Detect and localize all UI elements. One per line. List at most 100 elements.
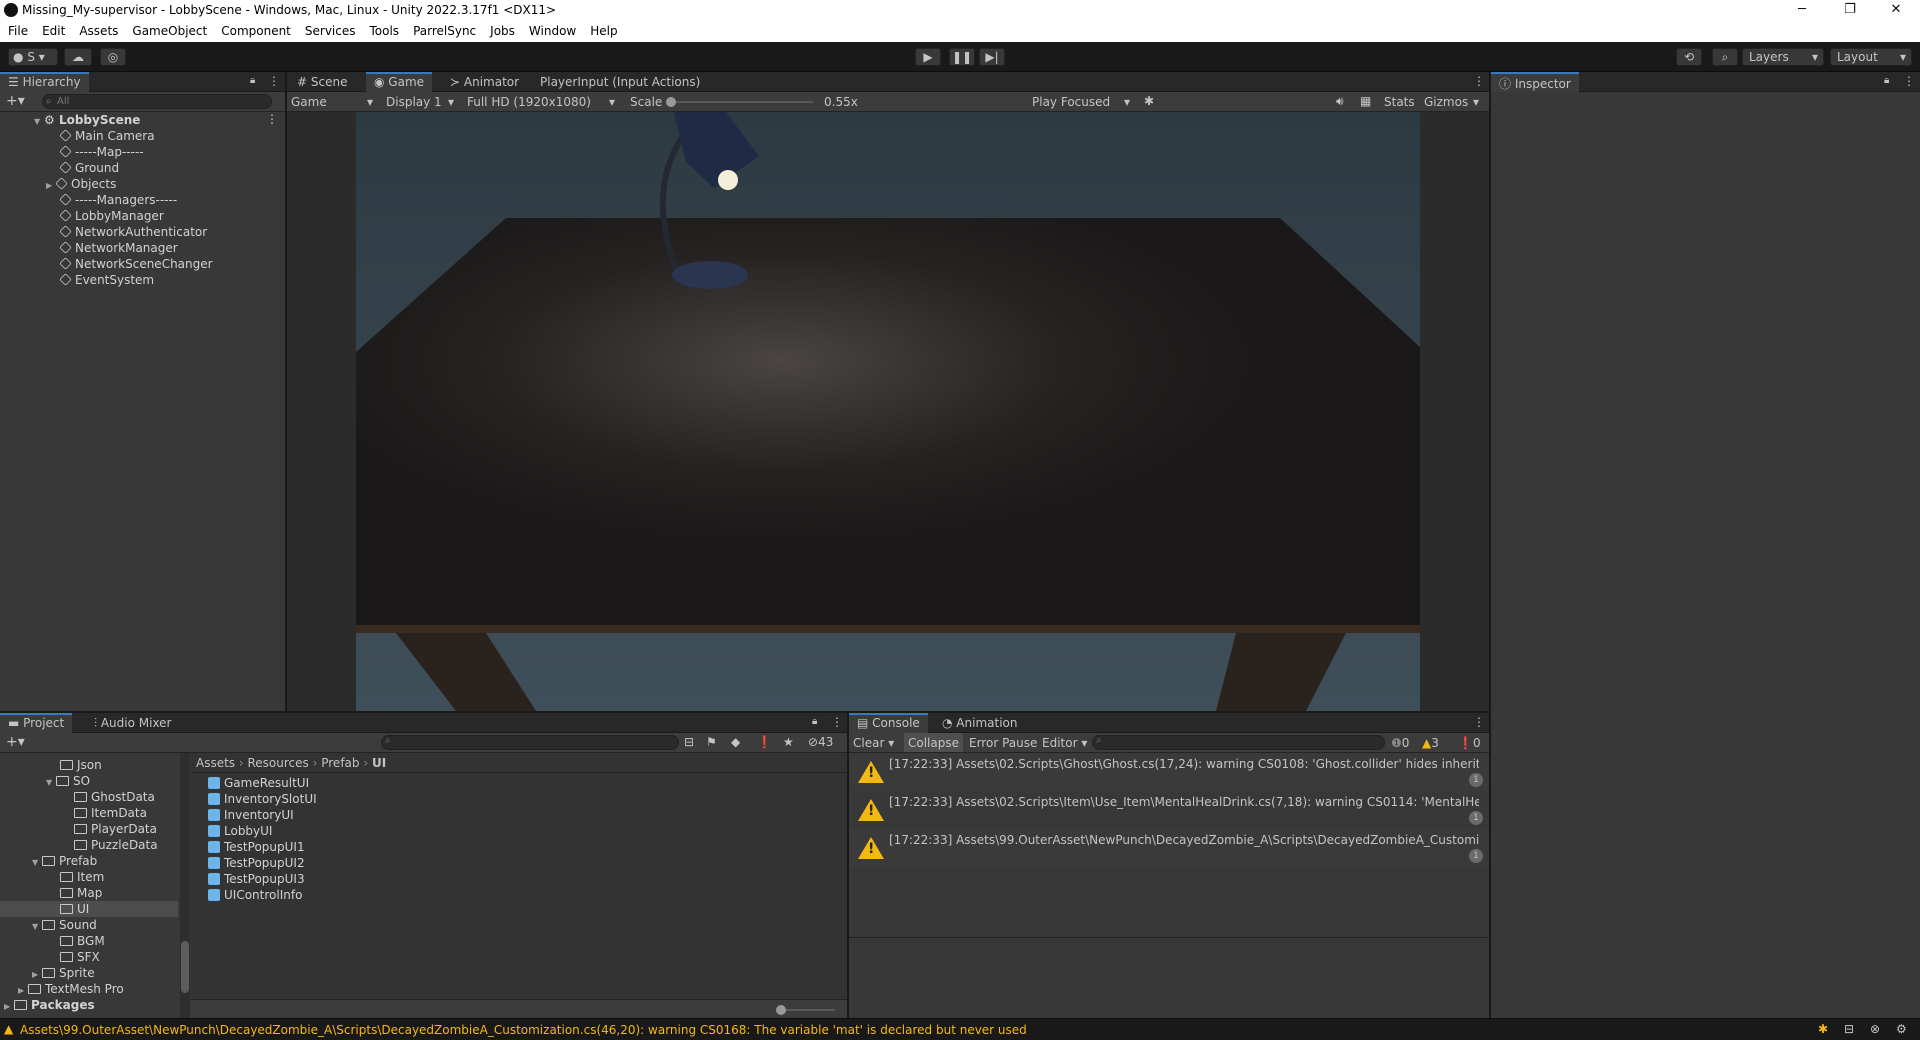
status-message[interactable]: Assets\99.OuterAsset\NewPunch\DecayedZom… bbox=[20, 1023, 1027, 1037]
speaker-icon[interactable]: 🔊︎ bbox=[1336, 94, 1344, 109]
breadcrumb-item[interactable]: UI bbox=[372, 756, 386, 770]
menu-component[interactable]: Component bbox=[213, 22, 297, 38]
expand-arrow-icon[interactable]: ▼ bbox=[32, 919, 42, 935]
tree-item[interactable]: SFX bbox=[60, 949, 100, 965]
lock-icon[interactable]: 🔒︎ bbox=[812, 716, 817, 727]
settings-icon[interactable]: ⚙ bbox=[1896, 1022, 1907, 1036]
progress-icon[interactable]: ⊟ bbox=[1844, 1022, 1854, 1036]
menu-help[interactable]: Help bbox=[582, 22, 623, 38]
tab-inspector[interactable]: ⓘ Inspector bbox=[1491, 72, 1579, 92]
scene-root[interactable]: ▼ ⚙ LobbyScene bbox=[34, 112, 140, 128]
star-icon[interactable]: ★ bbox=[783, 735, 794, 749]
search-button[interactable]: ⌕ bbox=[1712, 48, 1738, 66]
history-button[interactable]: ⟲ bbox=[1676, 48, 1702, 66]
tab-project[interactable]: ▬ Project bbox=[0, 713, 73, 733]
expand-arrow-icon[interactable]: ▼ bbox=[32, 855, 42, 871]
expand-arrow-icon[interactable]: ▶ bbox=[4, 999, 14, 1015]
play-button[interactable]: ▶ bbox=[915, 48, 941, 66]
list-item[interactable]: InventorySlotUI bbox=[208, 791, 317, 807]
tree-item[interactable]: ▼ Prefab bbox=[32, 853, 97, 869]
more-menu-icon[interactable]: ⋮ bbox=[1473, 74, 1485, 88]
log-entry[interactable]: [17:22:33] Assets\02.Scripts\Item\Use_It… bbox=[849, 791, 1489, 829]
error-pause-button[interactable]: Error Pause bbox=[969, 736, 1037, 750]
list-item[interactable]: Main Camera bbox=[59, 128, 155, 144]
tree-item[interactable]: ▼ Sound bbox=[32, 917, 97, 933]
play-mode-dropdown[interactable]: Play Focused ▾ bbox=[1032, 95, 1134, 109]
list-item[interactable]: NetworkManager bbox=[59, 240, 178, 256]
restore-button[interactable]: ❐ bbox=[1828, 0, 1872, 22]
more-menu-icon[interactable]: ⋮ bbox=[1473, 715, 1485, 729]
add-button[interactable]: +▾ bbox=[6, 734, 25, 750]
gizmos-button[interactable]: Gizmos bbox=[1424, 95, 1468, 109]
chevron-down-icon[interactable]: ▾ bbox=[1473, 95, 1479, 109]
collab-button[interactable]: ◎ bbox=[100, 48, 126, 66]
resolution-dropdown[interactable]: Full HD (1920x1080) ▾ bbox=[467, 95, 619, 109]
list-item[interactable]: -----Managers----- bbox=[59, 192, 177, 208]
layers-dropdown[interactable]: Layers ▾ bbox=[1742, 48, 1824, 66]
log-count-toggle[interactable]: ❶0 bbox=[1391, 736, 1409, 750]
clear-button[interactable]: Clear ▾ bbox=[853, 736, 894, 750]
error-count-toggle[interactable]: ❗0 bbox=[1458, 736, 1481, 750]
menu-assets[interactable]: Assets bbox=[71, 22, 124, 38]
menu-gameobject[interactable]: GameObject bbox=[124, 22, 213, 38]
cloud-button[interactable]: ☁ bbox=[64, 48, 92, 66]
expand-arrow-icon[interactable]: ▶ bbox=[46, 178, 56, 194]
display-dropdown[interactable]: Display 1 ▾ bbox=[386, 95, 458, 109]
log-entry[interactable]: [17:22:33] Assets\02.Scripts\Ghost\Ghost… bbox=[849, 753, 1489, 791]
tab-playerinput[interactable]: PlayerInput (Input Actions) bbox=[532, 72, 708, 92]
scale-slider[interactable] bbox=[666, 97, 813, 107]
icon-size-slider[interactable] bbox=[776, 1005, 835, 1015]
tree-item[interactable]: ▶ Packages bbox=[4, 997, 95, 1013]
more-menu-icon[interactable]: ⋮ bbox=[831, 715, 843, 729]
lock-icon[interactable]: 🔒︎ bbox=[1884, 75, 1889, 86]
list-item[interactable]: TestPopupUI3 bbox=[208, 871, 305, 887]
tab-audio-mixer[interactable]: ⫶ Audio Mixer bbox=[86, 713, 180, 733]
tree-item[interactable]: GhostData bbox=[74, 789, 155, 805]
warning-filter-icon[interactable]: ❗ bbox=[757, 735, 772, 749]
list-item[interactable]: -----Map----- bbox=[59, 144, 144, 160]
game-view[interactable] bbox=[287, 112, 1489, 711]
menu-edit[interactable]: Edit bbox=[34, 22, 71, 38]
menu-window[interactable]: Window bbox=[521, 22, 582, 38]
expand-arrow-icon[interactable]: ▼ bbox=[46, 775, 56, 791]
breadcrumb-item[interactable]: Prefab bbox=[321, 756, 359, 770]
breadcrumb-item[interactable]: Assets bbox=[196, 756, 235, 770]
collapse-button[interactable]: Collapse bbox=[904, 733, 963, 752]
tab-animator[interactable]: ≻ Animator bbox=[442, 72, 527, 92]
slider-thumb[interactable] bbox=[776, 1005, 786, 1015]
filter-type-icon[interactable]: ⊟ bbox=[684, 735, 694, 749]
tree-item[interactable]: PuzzleData bbox=[74, 837, 158, 853]
network-icon[interactable]: ⊗ bbox=[1870, 1022, 1880, 1036]
list-item[interactable]: TestPopupUI1 bbox=[208, 839, 305, 855]
list-item[interactable]: GameResultUI bbox=[208, 775, 309, 791]
hidden-count[interactable]: ⊘43 bbox=[808, 735, 833, 749]
tree-item[interactable]: BGM bbox=[60, 933, 105, 949]
list-item[interactable]: LobbyUI bbox=[208, 823, 272, 839]
scrollbar[interactable] bbox=[180, 753, 190, 1018]
step-button[interactable]: ▶| bbox=[979, 48, 1005, 66]
console-search-input[interactable]: ⌕ bbox=[1092, 735, 1385, 750]
tab-game[interactable]: ◉ Game bbox=[366, 72, 433, 92]
list-item[interactable]: Ground bbox=[59, 160, 119, 176]
bug-icon[interactable]: ✱ bbox=[1144, 94, 1154, 108]
tree-item[interactable]: ▶ TextMesh Pro bbox=[18, 981, 124, 997]
tab-hierarchy[interactable]: ☰ Hierarchy bbox=[0, 72, 89, 92]
list-item[interactable]: LobbyManager bbox=[59, 208, 164, 224]
stats-button[interactable]: Stats bbox=[1384, 95, 1415, 109]
breadcrumb-item[interactable]: Resources bbox=[248, 756, 309, 770]
layout-dropdown[interactable]: Layout ▾ bbox=[1830, 48, 1912, 66]
tree-item[interactable]: PlayerData bbox=[74, 821, 157, 837]
stats-grid-icon[interactable]: ▦ bbox=[1360, 94, 1371, 108]
tree-item[interactable]: ▶ Sprite bbox=[32, 965, 95, 981]
tree-item[interactable]: Json bbox=[60, 757, 102, 773]
list-item[interactable]: TestPopupUI2 bbox=[208, 855, 305, 871]
scrollbar-thumb[interactable] bbox=[181, 941, 189, 993]
menu-file[interactable]: File bbox=[0, 22, 34, 38]
menu-services[interactable]: Services bbox=[297, 22, 362, 38]
tree-item[interactable]: Item bbox=[60, 869, 104, 885]
tab-scene[interactable]: # Scene bbox=[289, 72, 355, 92]
console-divider[interactable] bbox=[849, 937, 1489, 938]
list-item[interactable]: UIControlInfo bbox=[208, 887, 302, 903]
minimize-button[interactable]: ─ bbox=[1780, 0, 1824, 22]
more-menu-icon[interactable]: ⋮ bbox=[266, 112, 278, 126]
